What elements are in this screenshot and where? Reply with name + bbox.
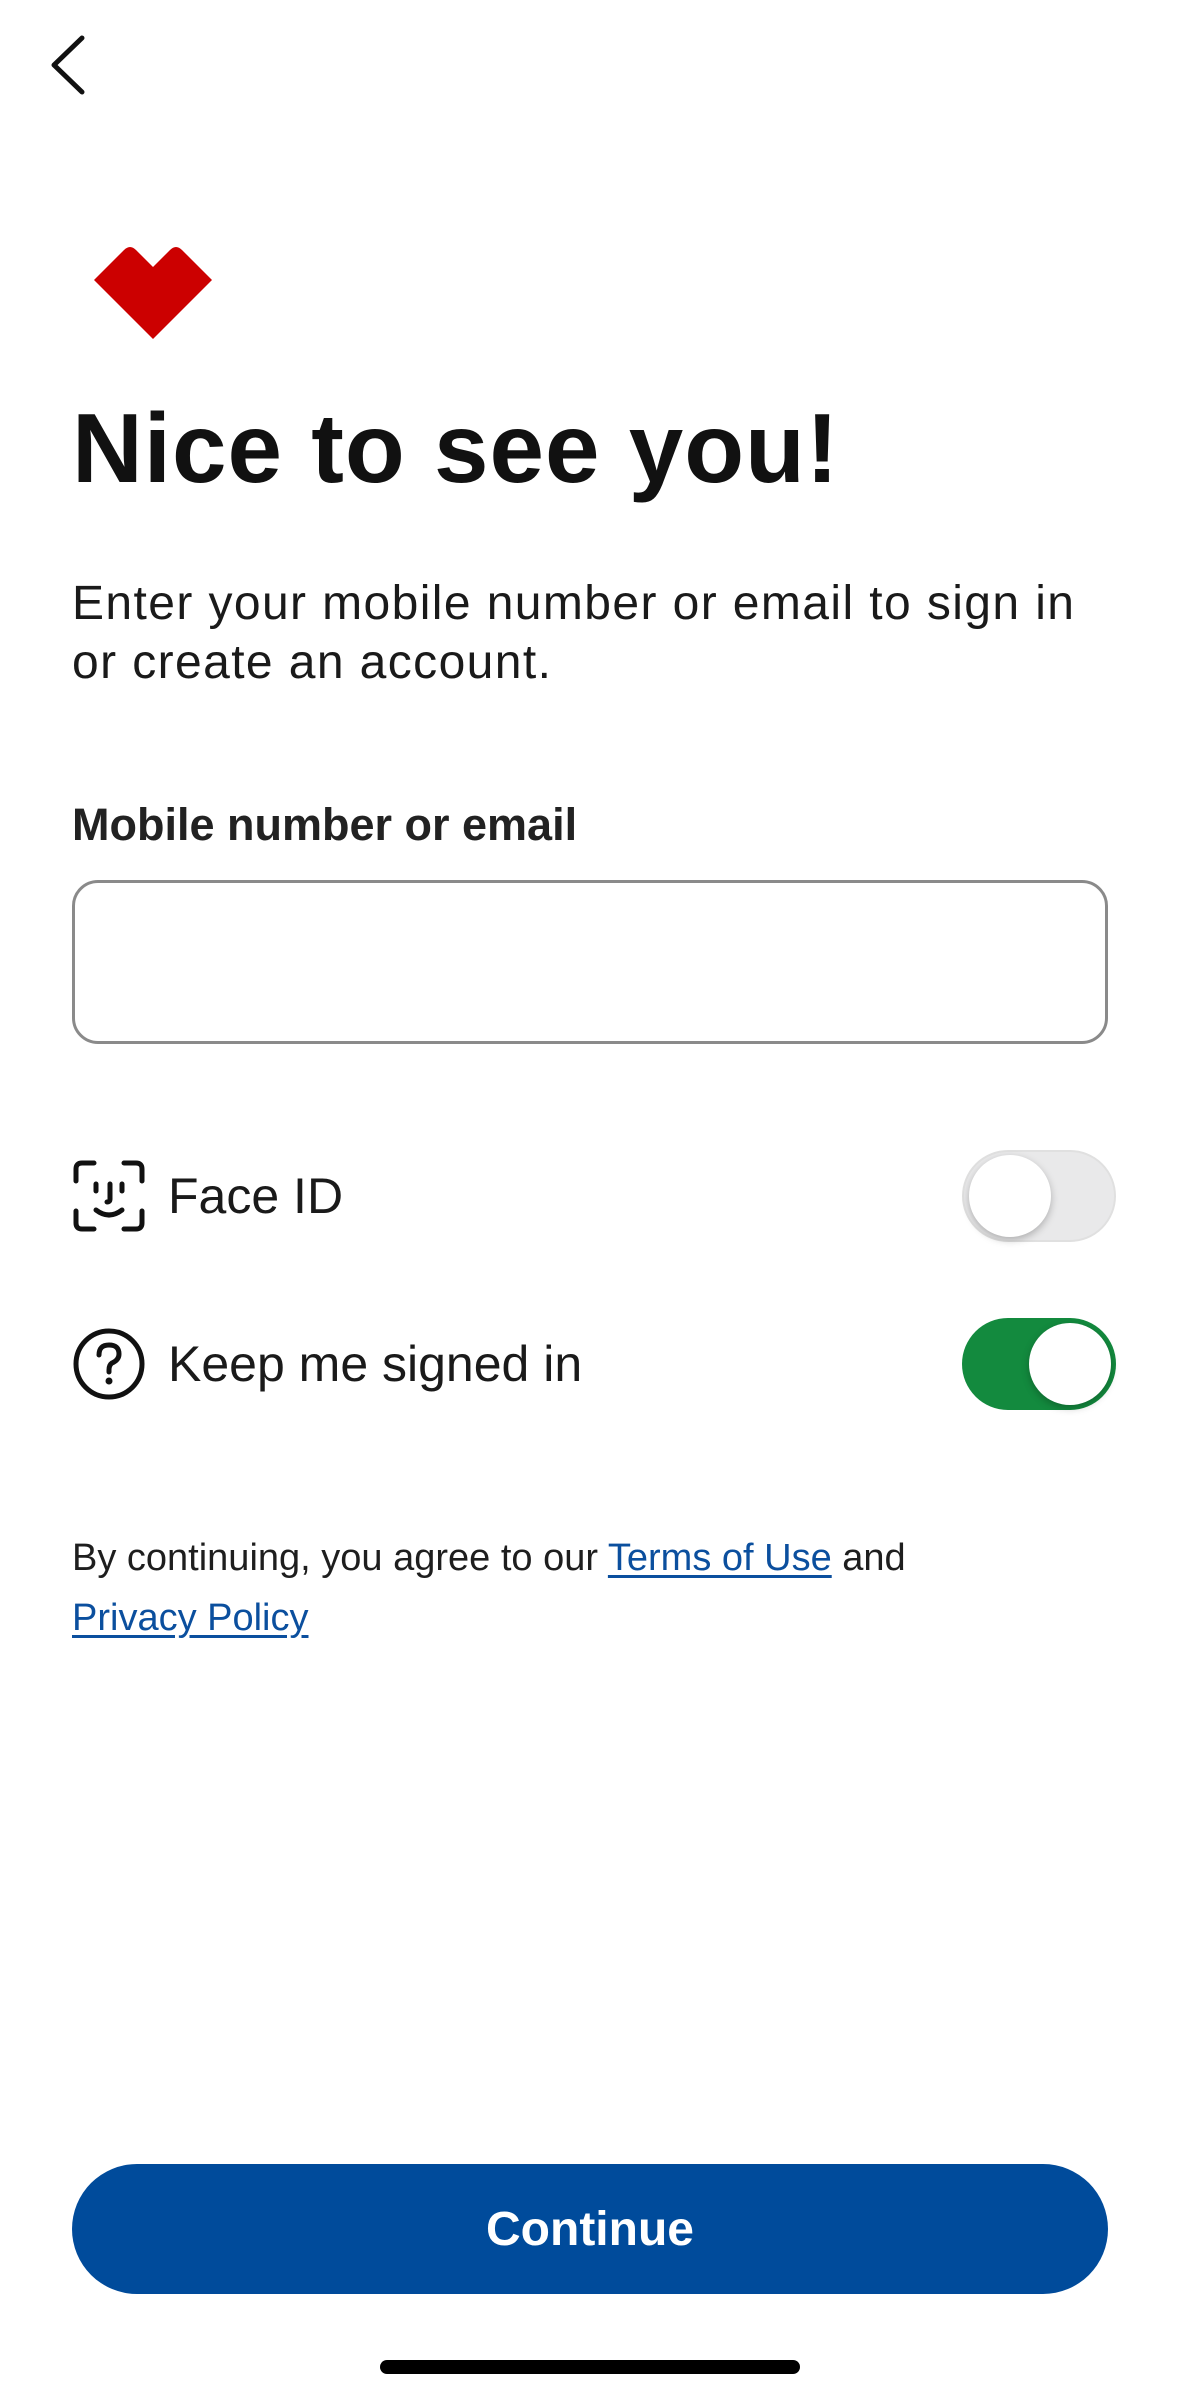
toggle-knob bbox=[1029, 1323, 1111, 1405]
heart-logo-icon bbox=[94, 247, 212, 339]
chevron-left-icon bbox=[51, 35, 85, 95]
back-button[interactable] bbox=[38, 30, 98, 100]
legal-prefix: By continuing, you agree to our bbox=[72, 1537, 608, 1579]
terms-of-use-link[interactable]: Terms of Use bbox=[608, 1537, 832, 1579]
legal-text: By continuing, you agree to our Terms of… bbox=[72, 1528, 1112, 1648]
continue-button[interactable]: Continue bbox=[72, 2164, 1108, 2294]
face-id-row: Face ID bbox=[72, 1148, 1116, 1244]
page-subtitle: Enter your mobile number or email to sig… bbox=[72, 577, 1076, 689]
legal-conjunction: and bbox=[831, 1537, 906, 1579]
home-indicator bbox=[380, 2360, 800, 2374]
page-title: Nice to see you! bbox=[72, 393, 840, 503]
keep-signed-in-row: Keep me signed in bbox=[72, 1316, 1116, 1412]
keep-signed-in-label: Keep me signed in bbox=[168, 1336, 583, 1392]
toggle-knob bbox=[969, 1155, 1051, 1237]
face-id-label: Face ID bbox=[168, 1168, 344, 1224]
sign-in-screen: Nice to see you! Enter your mobile numbe… bbox=[0, 0, 1179, 2396]
login-field-label: Mobile number or email bbox=[72, 799, 578, 850]
face-id-icon bbox=[73, 1160, 145, 1232]
face-id-toggle[interactable] bbox=[962, 1150, 1116, 1242]
login-input[interactable] bbox=[72, 880, 1108, 1044]
privacy-policy-link[interactable]: Privacy Policy bbox=[72, 1597, 309, 1639]
help-circle-icon[interactable] bbox=[72, 1327, 146, 1401]
keep-signed-in-toggle[interactable] bbox=[962, 1318, 1116, 1410]
